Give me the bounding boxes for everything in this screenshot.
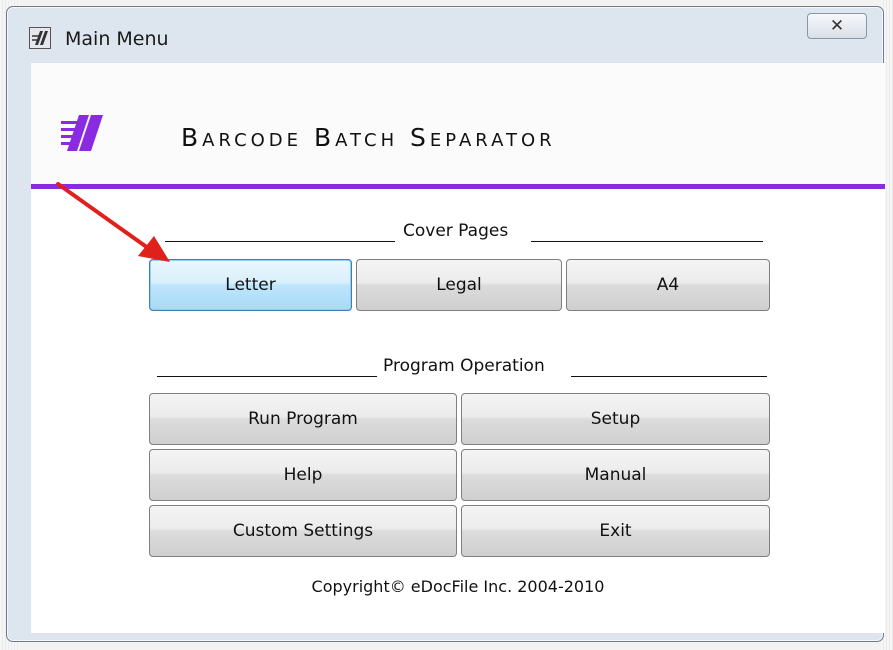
cover-pages-label: Cover Pages bbox=[403, 221, 509, 241]
program-operation-rule-left bbox=[157, 376, 377, 377]
window-title: Main Menu bbox=[65, 28, 169, 50]
custom-settings-button[interactable]: Custom Settings bbox=[149, 505, 457, 557]
barcode-logo-icon bbox=[61, 115, 103, 151]
a4-button[interactable]: A4 bbox=[566, 259, 770, 311]
manual-button[interactable]: Manual bbox=[461, 449, 770, 501]
copyright-text: Copyright© eDocFile Inc. 2004-2010 bbox=[311, 577, 605, 596]
annotation-arrow-icon bbox=[56, 182, 170, 262]
app-icon bbox=[29, 27, 51, 49]
main-menu-client: Barcode Batch Separator Cover Pages Lett… bbox=[31, 63, 885, 633]
run-program-button[interactable]: Run Program bbox=[149, 393, 457, 445]
close-button[interactable]: ✕ bbox=[807, 13, 867, 39]
main-menu-window: Main Menu ✕ Barcode Batch Separator Cove… bbox=[6, 6, 885, 642]
app-title: Barcode Batch Separator bbox=[181, 123, 556, 152]
program-operation-label: Program Operation bbox=[383, 356, 545, 376]
legal-button[interactable]: Legal bbox=[356, 259, 562, 311]
title-bar[interactable]: Main Menu ✕ bbox=[7, 7, 883, 63]
setup-button[interactable]: Setup bbox=[461, 393, 770, 445]
cover-pages-rule-left bbox=[165, 241, 395, 242]
help-button[interactable]: Help bbox=[149, 449, 457, 501]
exit-button[interactable]: Exit bbox=[461, 505, 770, 557]
program-operation-rule-right bbox=[571, 376, 767, 377]
close-icon: ✕ bbox=[829, 16, 845, 36]
cover-pages-rule-right bbox=[531, 241, 763, 242]
